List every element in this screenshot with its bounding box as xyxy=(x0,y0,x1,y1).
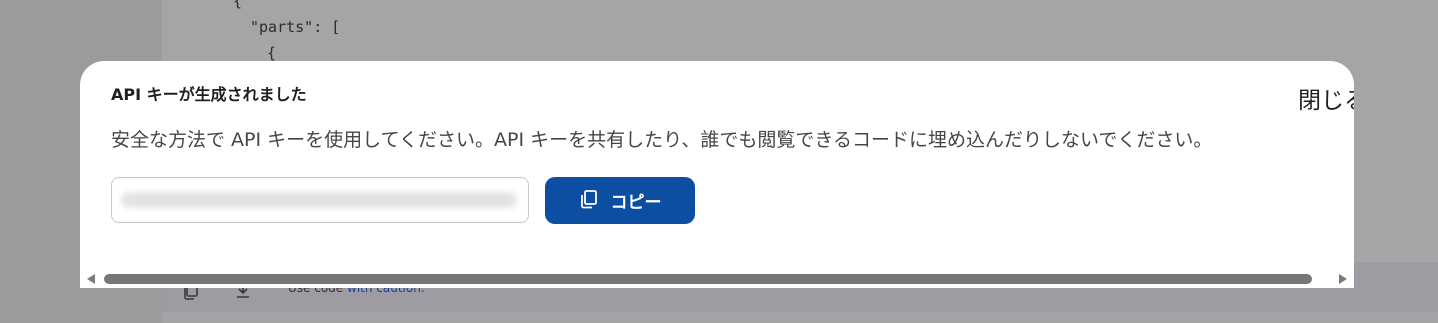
copy-button[interactable]: コピー xyxy=(545,177,695,224)
dialog-title: API キーが生成されました xyxy=(111,85,307,104)
obscured-api-key xyxy=(121,192,517,208)
dialog-description: 安全な方法で API キーを使用してください。API キーを共有したり、誰でも閲… xyxy=(111,129,1213,151)
code-line: { xyxy=(233,0,243,10)
horizontal-scrollbar[interactable] xyxy=(80,269,1354,288)
close-button[interactable]: 閉じる xyxy=(1298,81,1354,115)
scroll-left-arrow-icon[interactable] xyxy=(87,274,95,284)
copy-icon xyxy=(579,189,599,213)
api-key-dialog: API キーが生成されました 閉じる 安全な方法で API キーを使用してくださ… xyxy=(80,61,1354,288)
code-line: { xyxy=(267,44,277,62)
code-line: "parts": [ xyxy=(250,18,341,36)
copy-button-label: コピー xyxy=(610,193,662,213)
scrollbar-thumb[interactable] xyxy=(104,274,1312,284)
api-key-field[interactable] xyxy=(111,177,529,223)
scroll-right-arrow-icon[interactable] xyxy=(1339,274,1347,284)
